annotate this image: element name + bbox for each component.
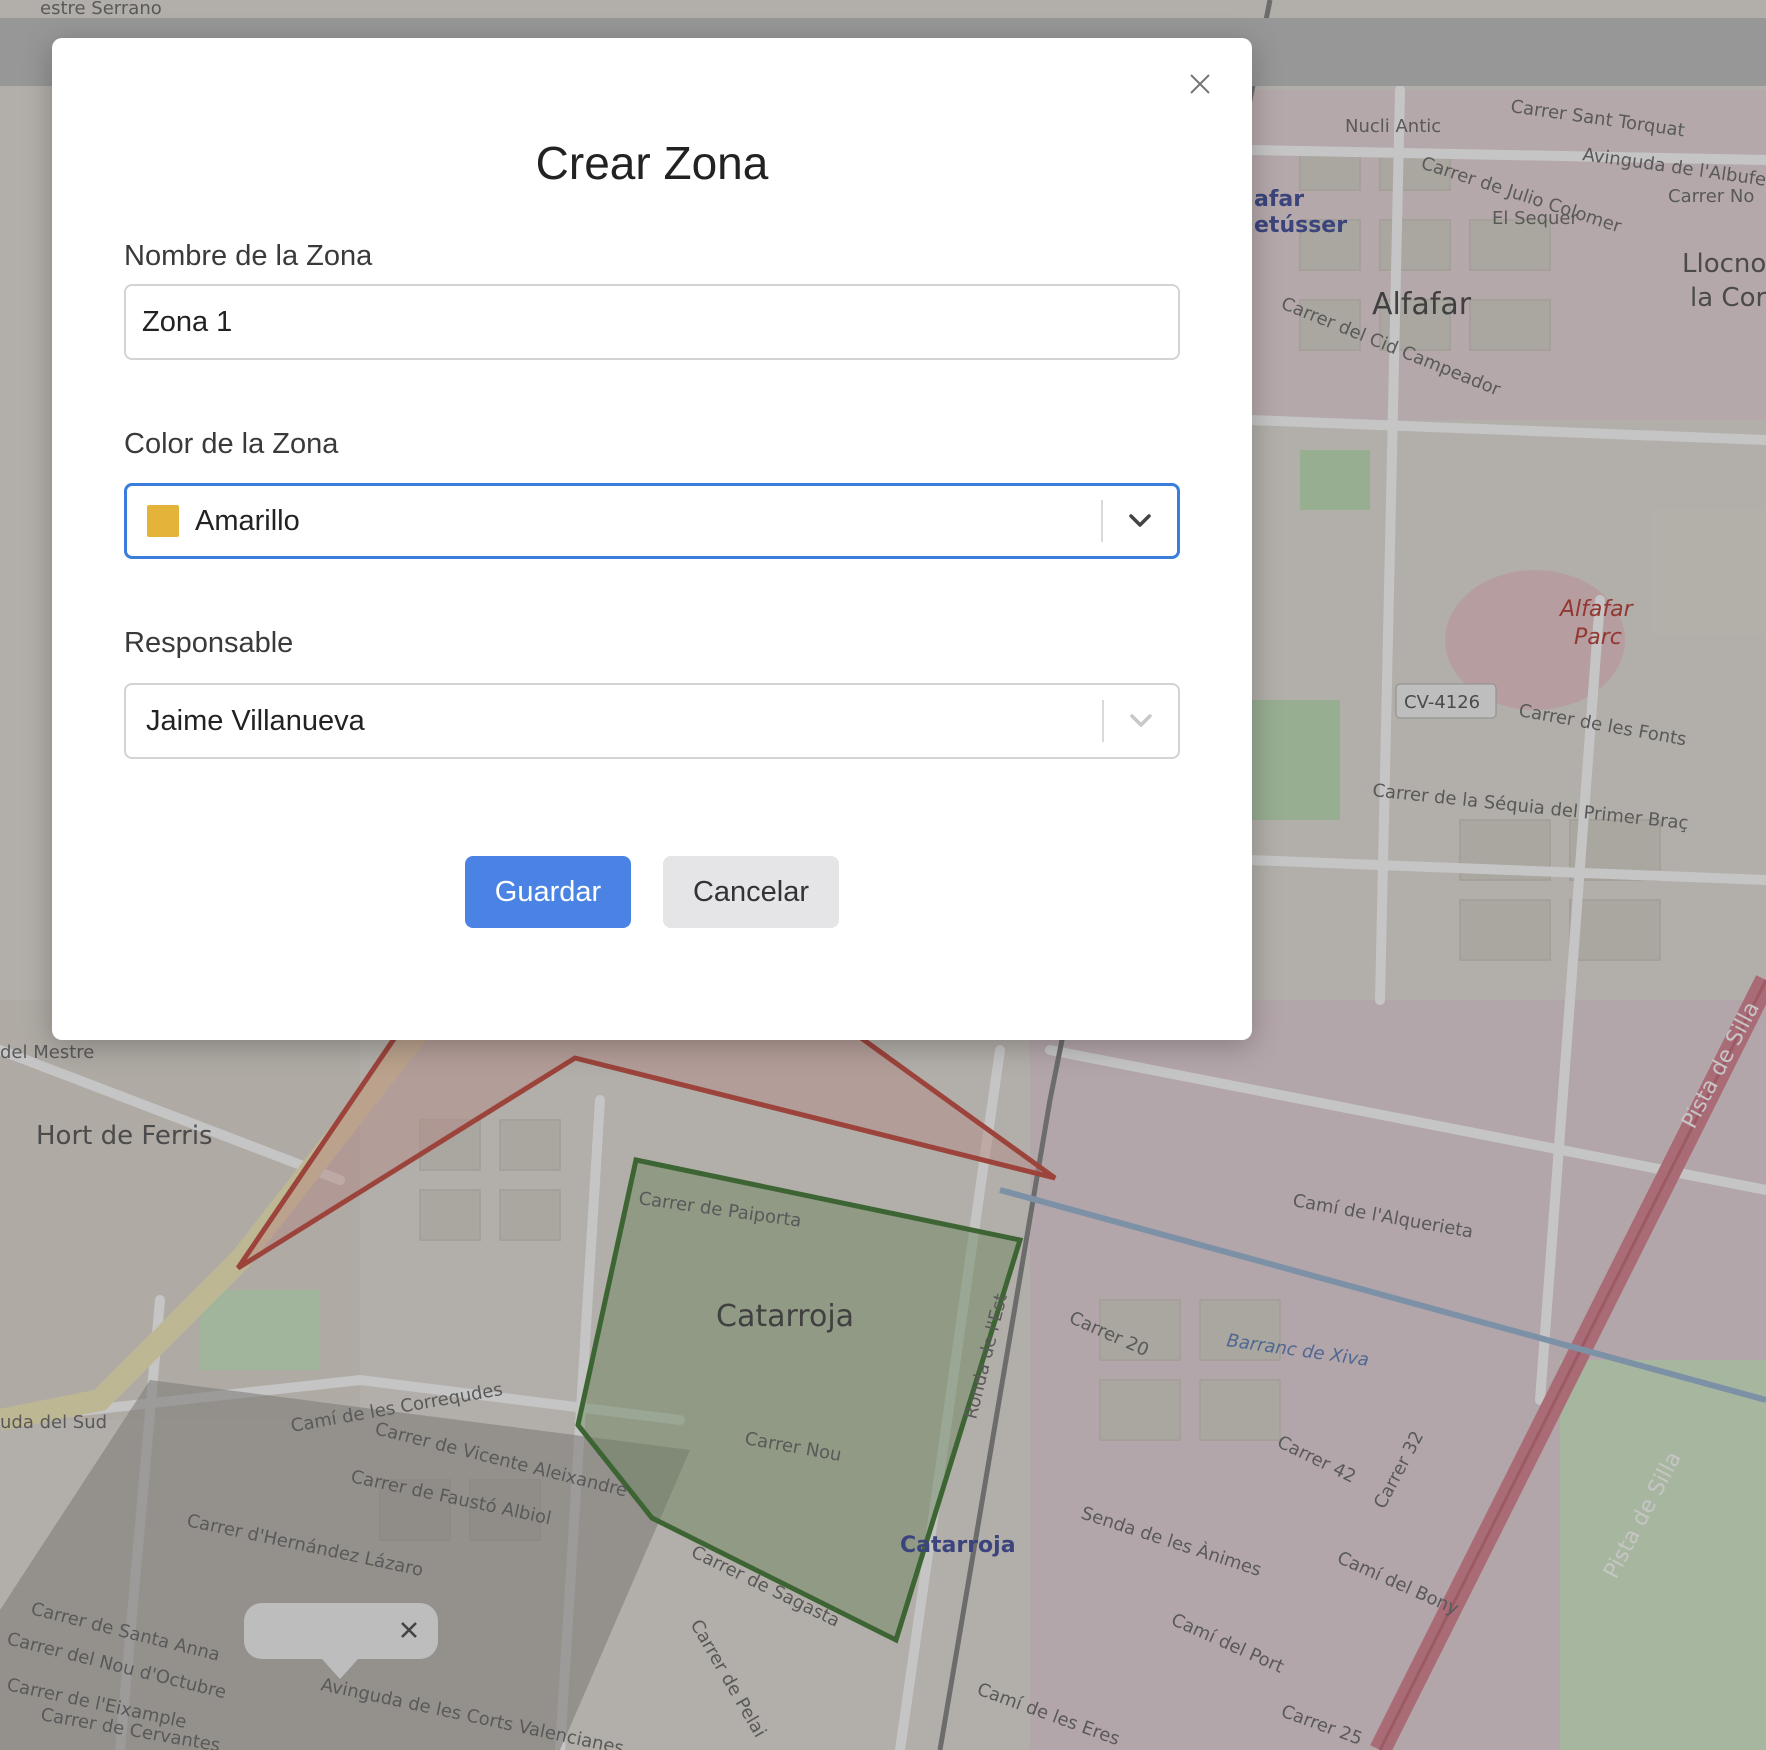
modal-title: Crear Zona xyxy=(535,137,769,189)
map-label-lloc-2: la Cor xyxy=(1690,283,1766,313)
save-button[interactable]: Guardar xyxy=(465,856,631,928)
chevron-down-icon xyxy=(1129,514,1151,527)
map-label-serrano: estre Serrano xyxy=(40,0,162,19)
zone-color-value: Amarillo xyxy=(195,504,300,537)
zone-color-dropdown-toggle[interactable] xyxy=(1103,513,1177,529)
responsible-value: Jaime Villanueva xyxy=(146,704,365,737)
map-label-catarroja: Catarroja xyxy=(716,1299,854,1334)
modal-close-button[interactable] xyxy=(1182,66,1218,102)
map-label-alfafar-parc-1: Alfafar xyxy=(1558,597,1635,622)
popup-close-button[interactable] xyxy=(394,1615,424,1645)
cancel-button[interactable]: Cancelar xyxy=(663,856,839,928)
map-label-alfafar: Alfafar xyxy=(1372,287,1472,322)
map-label-alfafar-parc-2: Parc xyxy=(1574,625,1622,650)
map-label-hort-de-ferris: Hort de Ferris xyxy=(36,1121,213,1151)
map-label-station-catarroja: Catarroja xyxy=(900,1533,1016,1558)
map-label-nucli-antic: Nucli Antic xyxy=(1345,116,1441,137)
map-label-lloc-1: Llocno xyxy=(1682,249,1766,279)
map-popup xyxy=(244,1603,438,1679)
responsible-select[interactable]: Jaime Villanueva xyxy=(124,683,1180,759)
map-label-avinguda-sud: uda del Sud xyxy=(0,1412,107,1433)
zone-name-input[interactable] xyxy=(124,284,1180,360)
close-icon xyxy=(1190,74,1210,94)
responsible-dropdown-toggle[interactable] xyxy=(1104,713,1178,729)
map-label-cv4126: CV-4126 xyxy=(1404,692,1480,713)
map-label-del-mestre: del Mestre xyxy=(0,1042,94,1063)
create-zone-modal: Crear Zona Nombre de la Zona Color de la… xyxy=(52,38,1252,1040)
map-label-station-alfafar-1: afar xyxy=(1254,187,1304,212)
color-swatch xyxy=(147,505,179,537)
responsible-label: Responsable xyxy=(124,627,294,659)
map-label-carrer-no: Carrer No xyxy=(1668,186,1754,207)
close-icon xyxy=(401,1622,417,1638)
zone-color-select[interactable]: Amarillo xyxy=(124,483,1180,559)
zone-color-label: Color de la Zona xyxy=(124,428,339,460)
zone-name-label: Nombre de la Zona xyxy=(124,240,373,272)
map-label-station-alfafar-2: etússer xyxy=(1254,213,1347,238)
chevron-down-icon xyxy=(1130,714,1152,727)
